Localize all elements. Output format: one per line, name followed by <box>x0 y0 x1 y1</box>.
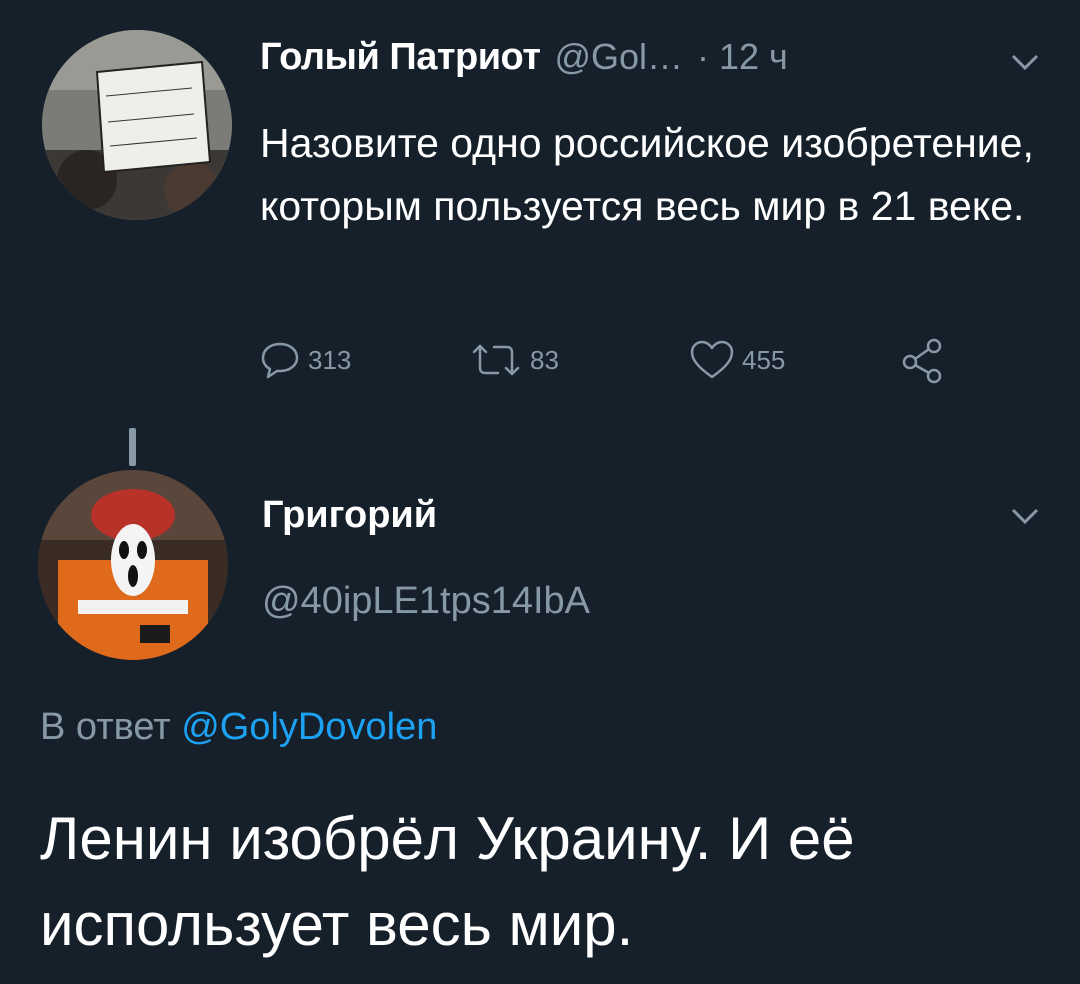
like-count: 455 <box>742 344 786 375</box>
retweet-button[interactable]: 83 <box>468 332 559 388</box>
reply-to-mention-link[interactable]: @GolyDovolen <box>181 706 437 748</box>
avatar-image <box>38 470 228 660</box>
reply-author-handle[interactable]: @40ipLE1tps14IbA <box>262 580 590 623</box>
chevron-down-icon[interactable] <box>1010 506 1040 531</box>
reply-button[interactable]: 313 <box>258 332 351 388</box>
reply-text: Ленин изобрёл Украину. И её использует в… <box>40 805 855 958</box>
share-icon <box>902 338 942 384</box>
reply-count: 313 <box>308 344 352 375</box>
tweet-timestamp[interactable]: 12 ч <box>719 36 788 78</box>
reply-context: В ответ @GolyDovolen <box>40 706 437 749</box>
heart-icon <box>690 340 734 379</box>
tweet-text: Назовите одно российское изобретение, ко… <box>260 120 1034 229</box>
reply-author-name[interactable]: Григорий <box>262 494 437 537</box>
author-name[interactable]: Голый Патриот <box>260 36 541 79</box>
tweet-header: Голый Патриот @Gol… · 12 ч <box>260 36 788 86</box>
speech-bubble-icon <box>261 342 299 379</box>
chevron-down-icon[interactable] <box>1010 52 1040 77</box>
author-avatar[interactable] <box>42 30 232 220</box>
reply-to-label: В ответ <box>40 706 171 748</box>
author-handle[interactable]: @Gol… <box>554 36 683 78</box>
separator-dot: · <box>697 36 710 77</box>
reply-author-avatar[interactable] <box>38 470 228 660</box>
tweet-actions: 313 83 455 <box>258 332 978 388</box>
like-button[interactable]: 455 <box>688 332 785 388</box>
retweet-count: 83 <box>530 344 559 375</box>
avatar-image <box>42 30 232 220</box>
retweet-icon <box>472 344 520 376</box>
thread-connector-line <box>129 428 136 466</box>
share-button[interactable] <box>898 332 946 388</box>
